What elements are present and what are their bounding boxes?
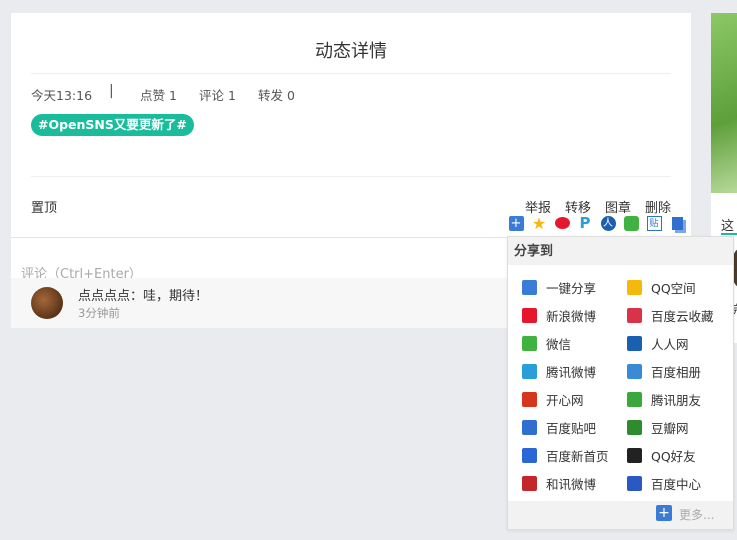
- share-option-label: 百度新首页: [546, 448, 609, 464]
- copy-icon[interactable]: [667, 213, 687, 233]
- wechat-icon[interactable]: [621, 213, 641, 233]
- forward-count[interactable]: 转发 0: [258, 85, 295, 104]
- like-count[interactable]: 点赞 1: [140, 85, 177, 104]
- photo-album-icon: [627, 363, 642, 379]
- wechat-icon: [522, 335, 537, 351]
- hexun-icon: [522, 475, 537, 491]
- share-option[interactable]: 百度贴吧: [522, 417, 596, 437]
- share-option[interactable]: 微信: [522, 333, 571, 353]
- comment-time: 3分钟前: [78, 306, 120, 320]
- tieba-icon: [522, 419, 537, 435]
- share-option-label: 微信: [546, 336, 572, 352]
- share-option-label: 人人网: [651, 336, 689, 352]
- share-option[interactable]: 百度中心: [627, 473, 701, 493]
- share-option[interactable]: 一键分享: [522, 277, 596, 297]
- clover-icon: [627, 391, 642, 407]
- share-option[interactable]: QQ好友: [627, 445, 696, 465]
- share-panel-header: 分享到: [508, 237, 733, 265]
- share-option-label: 百度云收藏: [651, 308, 714, 324]
- topic-tag[interactable]: #OpenSNS又要更新了#: [31, 114, 194, 136]
- share-option-label: 一键分享: [546, 280, 597, 296]
- side-banner-image[interactable]: [711, 13, 737, 193]
- share-more-link[interactable]: 更多...: [679, 506, 714, 523]
- share-option-label: 百度中心: [651, 476, 702, 492]
- tieba-icon[interactable]: 贴: [644, 213, 664, 233]
- share-option[interactable]: 新浪微博: [522, 305, 596, 325]
- share-option[interactable]: 豆瓣网: [627, 417, 689, 437]
- share-option[interactable]: 人人网: [627, 333, 689, 353]
- share-option[interactable]: 百度相册: [627, 361, 701, 381]
- op-divider: [31, 176, 671, 177]
- qzone-icon: [627, 279, 642, 295]
- share-option[interactable]: QQ空间: [627, 277, 696, 297]
- tencent-weibo-icon[interactable]: P: [575, 213, 595, 233]
- paw-icon: [522, 447, 537, 463]
- share-option-label: QQ好友: [651, 448, 696, 464]
- share-panel: 分享到 一键分享 QQ空间新浪微博 百度云收藏微信 人人网腾讯微博 百度相册开心网 腾讯朋…: [507, 236, 734, 530]
- qzone-icon[interactable]: ★: [529, 213, 549, 233]
- weibo-icon: [522, 307, 537, 323]
- heart-icon: [627, 307, 642, 323]
- page-title: 动态详情: [315, 41, 387, 62]
- avatar[interactable]: [31, 287, 63, 319]
- meta-separator: |: [109, 83, 114, 99]
- share-panel-footer: + 更多...: [508, 501, 733, 529]
- share-option[interactable]: 腾讯微博: [522, 361, 596, 381]
- douban-icon: [627, 419, 642, 435]
- title-divider: [31, 73, 671, 74]
- post-time: 今天13:16: [31, 88, 93, 103]
- share-option[interactable]: 开心网: [522, 389, 584, 409]
- kaixin-icon: [522, 391, 537, 407]
- baidu-center-icon: [627, 475, 642, 491]
- share-option[interactable]: 百度新首页: [522, 445, 609, 465]
- side-tab[interactable]: 这: [721, 215, 734, 234]
- share-option-label: 百度贴吧: [546, 420, 597, 436]
- share-option-label: 新浪微博: [546, 308, 597, 324]
- one-click-share-icon: [522, 279, 537, 295]
- pin-button[interactable]: 置顶: [31, 197, 57, 216]
- side-tab-underline: [721, 233, 737, 235]
- share-option[interactable]: 腾讯朋友: [627, 389, 701, 409]
- weibo-icon[interactable]: [552, 213, 572, 233]
- share-option-label: QQ空间: [651, 280, 696, 296]
- share-more-icon[interactable]: +: [506, 213, 526, 233]
- plus-icon[interactable]: +: [656, 505, 672, 521]
- renren-icon[interactable]: 人: [598, 213, 618, 233]
- share-option-label: 腾讯微博: [546, 364, 597, 380]
- share-option[interactable]: 和讯微博: [522, 473, 596, 493]
- comment-count[interactable]: 评论 1: [199, 85, 236, 104]
- share-option[interactable]: 百度云收藏: [627, 305, 714, 325]
- qq-penguin-icon: [627, 447, 642, 463]
- tencent-weibo-icon: [522, 363, 537, 379]
- comment-text: 点点点点：哇，期待！: [78, 289, 209, 304]
- share-option-label: 百度相册: [651, 364, 702, 380]
- share-option-label: 腾讯朋友: [651, 392, 702, 408]
- renren-icon: [627, 335, 642, 351]
- share-option-label: 开心网: [546, 392, 584, 408]
- share-option-label: 豆瓣网: [651, 420, 689, 436]
- share-toolbar: + ★ P 人 贴: [506, 213, 687, 233]
- share-option-label: 和讯微博: [546, 476, 597, 492]
